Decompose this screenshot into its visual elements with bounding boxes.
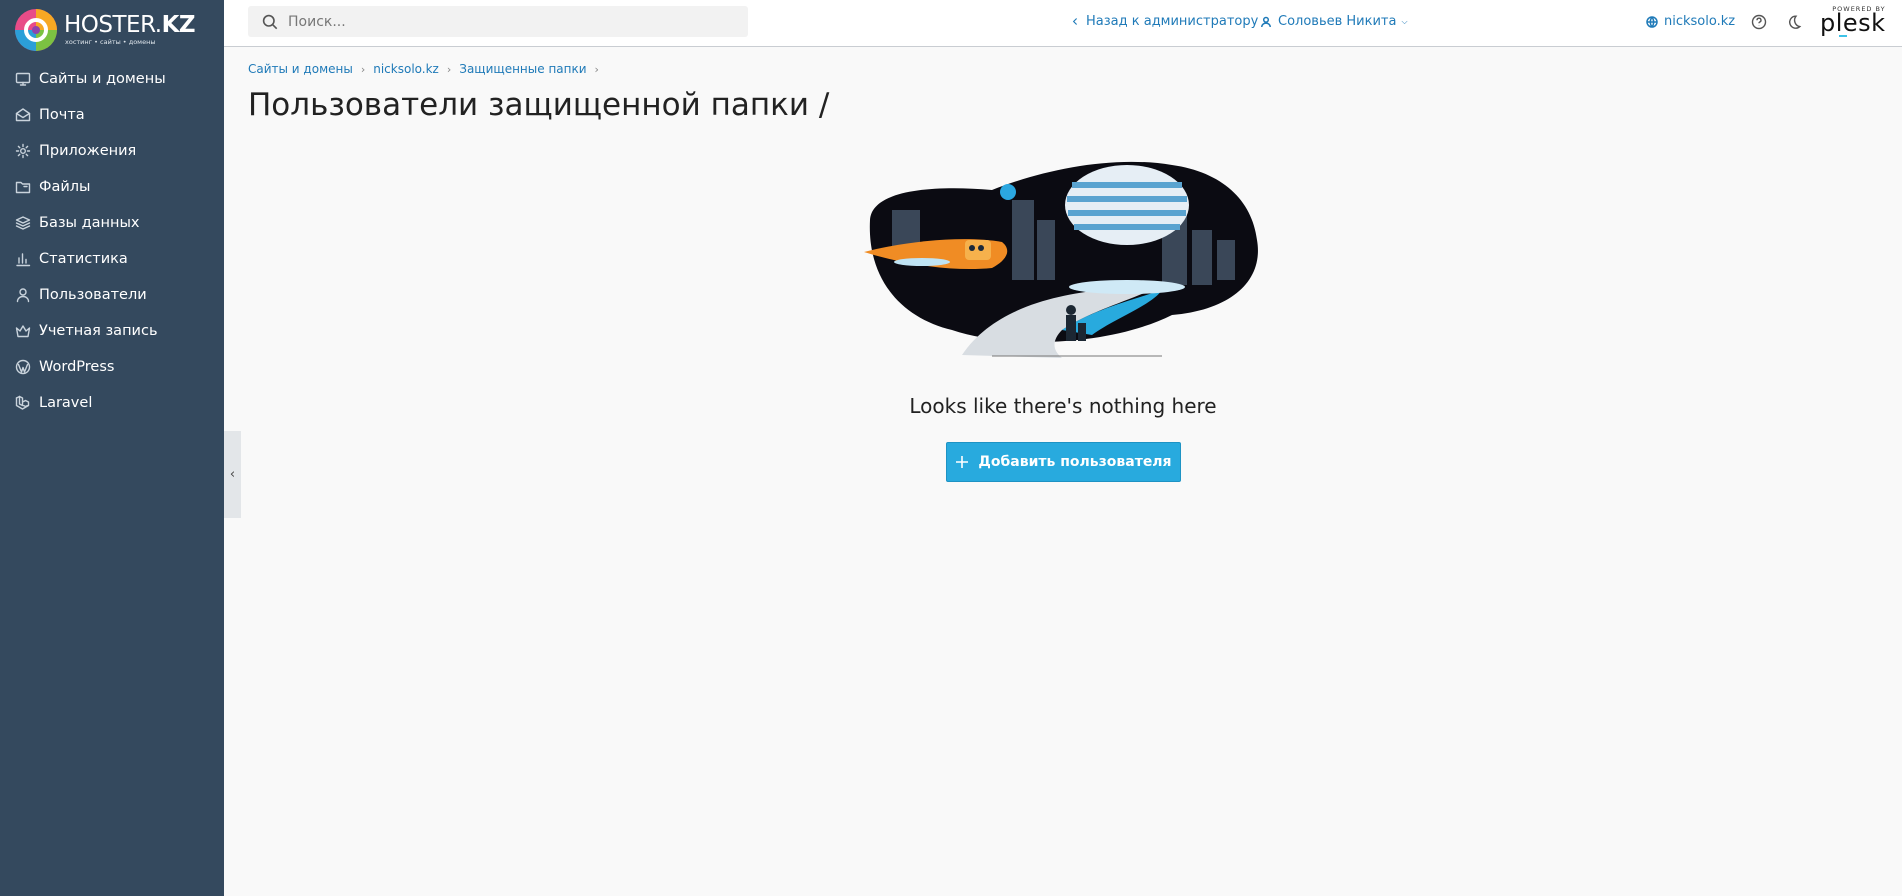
domain-name: nicksolo.kz (1664, 14, 1736, 29)
sidebar-item-label: Приложения (39, 143, 137, 159)
sidebar-item-label: Файлы (39, 179, 91, 195)
sidebar-item-applications[interactable]: Приложения (0, 133, 224, 169)
help-button[interactable] (1750, 13, 1768, 31)
sidebar-item-laravel[interactable]: Laravel (0, 385, 224, 421)
user-name: Соловьев Никита (1278, 14, 1397, 29)
sidebar-item-label: Почта (39, 107, 85, 123)
sidebar-item-mail[interactable]: Почта (0, 97, 224, 133)
sidebar-item-users[interactable]: Пользователи (0, 277, 224, 313)
search-box[interactable] (248, 6, 748, 37)
sidebar-item-label: Базы данных (39, 215, 140, 231)
chevron-right-icon: › (594, 62, 599, 76)
sidebar-item-files[interactable]: Файлы (0, 169, 224, 205)
theme-toggle-button[interactable] (1785, 13, 1803, 31)
globe-icon (1646, 15, 1658, 28)
sidebar-item-label: WordPress (39, 359, 115, 375)
layers-icon (15, 215, 31, 231)
brand-logo[interactable]: HOSTER.KZ хостинг • сайты • домены (0, 0, 224, 60)
folder-icon (15, 179, 31, 195)
user-icon (15, 287, 31, 303)
plesk-wordmark: plesk (1820, 9, 1886, 37)
moon-icon (1789, 15, 1802, 29)
chevron-left-icon: ‹ (229, 467, 236, 482)
chevron-left-icon (1072, 18, 1078, 25)
plus-icon (956, 456, 969, 468)
add-user-button[interactable]: Добавить пользователя (946, 442, 1181, 482)
empty-state-illustration (864, 161, 1258, 358)
breadcrumb-protected-folders[interactable]: Защищенные папки (459, 62, 586, 76)
gear-icon (15, 143, 31, 159)
breadcrumb: Сайты и домены › nicksolo.kz › Защищенны… (248, 62, 607, 76)
chevron-right-icon: › (360, 62, 366, 76)
sidebar-collapse-button[interactable]: ‹ (224, 431, 241, 518)
monitor-icon (15, 71, 31, 87)
sidebar-item-label: Laravel (39, 395, 93, 411)
sidebar-item-label: Статистика (39, 251, 128, 267)
page-title: Пользователи защищенной папки / (248, 87, 830, 123)
back-to-admin-label: Назад к администратору (1086, 14, 1259, 29)
sidebar-item-statistics[interactable]: Статистика (0, 241, 224, 277)
help-icon (1751, 14, 1767, 30)
breadcrumb-domain[interactable]: nicksolo.kz (373, 62, 439, 76)
hoster-logo-icon (14, 8, 58, 52)
sidebar-item-account[interactable]: Учетная запись (0, 313, 224, 349)
laravel-icon (15, 395, 31, 411)
mail-icon (15, 107, 31, 123)
breadcrumb-sites-and-domains[interactable]: Сайты и домены (248, 62, 353, 76)
sidebar-nav: Сайты и домены Почта Приложения Файлы Ба… (0, 61, 224, 421)
wordpress-icon (15, 359, 31, 375)
back-to-admin-link[interactable]: Назад к администратору (1071, 14, 1258, 29)
sidebar-item-sites-and-domains[interactable]: Сайты и домены (0, 61, 224, 97)
bar-chart-icon (15, 251, 31, 267)
add-user-button-label: Добавить пользователя (978, 454, 1172, 470)
domain-link[interactable]: nicksolo.kz (1646, 14, 1735, 29)
search-icon (262, 14, 278, 29)
plesk-logo: POWERED BY plesk (1820, 5, 1886, 37)
user-icon (1261, 16, 1271, 27)
search-input[interactable] (288, 13, 728, 30)
chevron-right-icon: › (446, 62, 452, 76)
sidebar: HOSTER.KZ хостинг • сайты • домены Сайты… (0, 0, 224, 896)
sidebar-item-wordpress[interactable]: WordPress (0, 349, 224, 385)
sidebar-item-label: Пользователи (39, 287, 147, 303)
chevron-down-icon: ⌵ (1401, 16, 1408, 26)
sidebar-item-label: Сайты и домены (39, 71, 166, 87)
empty-state-message: Looks like there's nothing here (909, 394, 1217, 418)
sidebar-item-databases[interactable]: Базы данных (0, 205, 224, 241)
user-menu[interactable]: Соловьев Никита ⌵ (1260, 14, 1408, 29)
sidebar-item-label: Учетная запись (39, 323, 158, 339)
brand-name: HOSTER.KZ (64, 12, 196, 39)
crown-icon (15, 323, 31, 339)
brand-tagline: хостинг • сайты • домены (65, 38, 156, 47)
top-header: Назад к администратору Соловьев Никита ⌵… (224, 0, 1902, 47)
